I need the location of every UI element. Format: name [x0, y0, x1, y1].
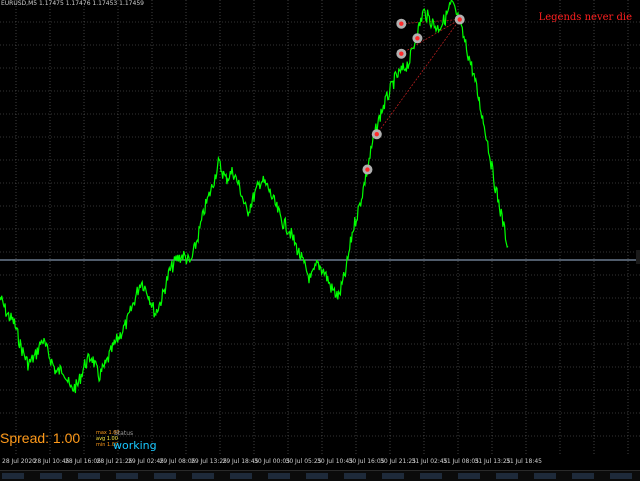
marker-dot	[415, 36, 420, 41]
x-axis-tick-label: 31 Jul 18:45	[506, 458, 542, 465]
chart-tab[interactable]	[610, 473, 632, 479]
marker-dot	[374, 132, 379, 137]
marker-dot	[365, 167, 370, 172]
status-value: working	[113, 439, 157, 452]
trade-marker-icon	[371, 129, 382, 140]
trade-marker-icon	[396, 18, 407, 29]
chart-tab[interactable]	[572, 473, 594, 479]
chart-tab[interactable]	[420, 473, 442, 479]
marker-dot	[399, 51, 404, 56]
bottom-tab-strip	[0, 470, 640, 481]
marker-dot	[399, 21, 404, 26]
chart-tab[interactable]	[2, 473, 24, 479]
chart-tab[interactable]	[230, 473, 252, 479]
trade-marker-icon	[362, 164, 373, 175]
chart-tab[interactable]	[78, 473, 100, 479]
chart-tab[interactable]	[154, 473, 176, 479]
chart-tab[interactable]	[458, 473, 480, 479]
status-label: Status	[114, 430, 134, 437]
price-chart[interactable]	[0, 0, 640, 480]
chart-tab[interactable]	[116, 473, 138, 479]
chart-background	[0, 0, 640, 480]
chart-tab[interactable]	[268, 473, 290, 479]
chart-tab[interactable]	[192, 473, 214, 479]
legend-text: Legends never die	[538, 12, 632, 23]
symbol-info-header: EURUSD,M5 1.17475 1.17476 1.17453 1.1745…	[1, 0, 144, 7]
trade-marker-icon	[396, 48, 407, 59]
marker-dot	[457, 17, 462, 22]
chart-tab[interactable]	[534, 473, 556, 479]
chart-tab[interactable]	[40, 473, 62, 479]
x-axis-labels: 28 Jul 2020 28 Jul 10:45 28 Jul 16:05 28 Ju…	[0, 458, 640, 468]
right-edge-marker	[636, 250, 640, 264]
trade-marker-icon	[454, 14, 465, 25]
chart-tab[interactable]	[496, 473, 518, 479]
spread-label: Spread: 1.00	[0, 430, 81, 446]
x-axis-tick-label: 28 Jul 2020	[2, 458, 36, 465]
chart-tab[interactable]	[306, 473, 328, 479]
trade-marker-icon	[412, 33, 423, 44]
chart-tab[interactable]	[344, 473, 366, 479]
chart-tab[interactable]	[382, 473, 404, 479]
